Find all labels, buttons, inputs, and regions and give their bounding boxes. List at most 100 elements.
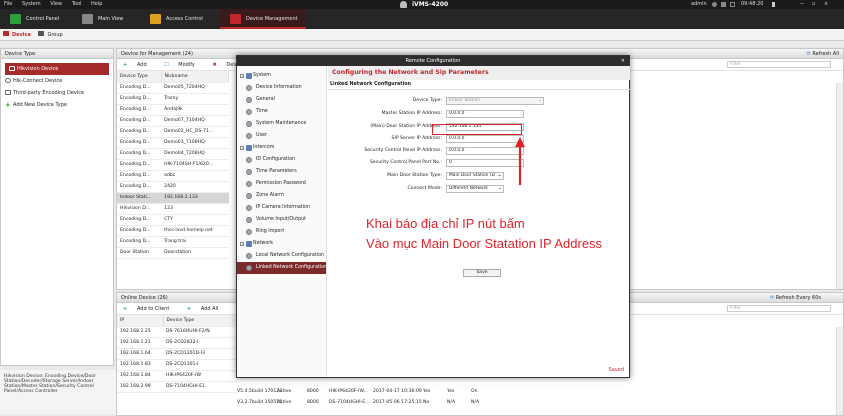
alarm-icon[interactable] [721, 2, 726, 7]
tree-item[interactable]: IP Camera Information [237, 202, 326, 214]
column-ip[interactable]: IP [117, 315, 164, 327]
device-filter-input[interactable]: Filter [727, 61, 831, 68]
tab-access-control[interactable]: Access Control [140, 9, 218, 29]
subtab-device[interactable]: Device [12, 29, 31, 41]
screen-icon[interactable] [730, 2, 735, 7]
refresh-all-button[interactable]: ⟳ Refresh All [807, 50, 839, 58]
device-row[interactable]: Encoding D... Demo04_7208HQ [117, 148, 229, 160]
add-to-client-button[interactable]: + Add to Client [123, 306, 177, 312]
tree-label: IP Camera Information [256, 205, 310, 210]
minimize-button[interactable]: − [800, 0, 804, 9]
device-type-cell: Encoding D... [117, 115, 162, 127]
online-filter-input[interactable]: Filter [727, 305, 831, 312]
device-row[interactable]: Encoding D... Demo05_7204HQ [117, 82, 229, 94]
tab-main-view[interactable]: Main View [72, 9, 138, 29]
add-new-device-type[interactable]: + Add New Device Type [1, 99, 113, 111]
add-all-button[interactable]: + Add All [187, 306, 226, 312]
tree-item[interactable]: System Maintenance [237, 118, 326, 130]
collapse-icon[interactable]: − [240, 146, 244, 150]
text-field[interactable]: 0.0.0.0 [446, 135, 524, 143]
select-field[interactable]: Different Network [446, 185, 504, 193]
column-device-type[interactable]: Device Type [163, 315, 237, 327]
device-row[interactable]: Encoding D... Demo03_7108HQ [117, 137, 229, 149]
tree-label: Volume Input/Output [256, 217, 307, 222]
tree-group[interactable]: − System [237, 70, 326, 82]
device-row[interactable]: Encoding D... Andaj9k [117, 104, 229, 116]
device-type-cell: Encoding D... [117, 93, 162, 105]
tree-item[interactable]: Time Parameters [237, 166, 326, 178]
tree-item[interactable]: User [237, 130, 326, 142]
menu-help[interactable]: Help [91, 0, 102, 9]
settings-icon [246, 193, 252, 199]
online-device-row[interactable]: 192.168.1.83 DS-2CD1301-I [117, 359, 237, 371]
column-device-type[interactable]: Device Type [117, 71, 162, 83]
collapse-icon[interactable]: − [240, 242, 244, 246]
refresh-interval-button[interactable]: ⟳ Refresh Every 60s [770, 294, 821, 302]
device-row[interactable]: Encoding D... Demo02_HC_DS-71... [117, 126, 229, 138]
menu-tool[interactable]: Tool [72, 0, 82, 9]
add-device-button[interactable]: + Add [123, 62, 155, 68]
tree-item[interactable]: Permission Password [237, 178, 326, 190]
tree-item[interactable]: Time [237, 106, 326, 118]
device-row[interactable]: Encoding D... CTY [117, 214, 229, 226]
online-device-row[interactable]: 192.168.2.25 DS-7616HUHI-F2/N [117, 326, 237, 338]
device-row[interactable]: Encoding D... thcs-lxvd.homeip.net [117, 225, 229, 237]
menu-file[interactable]: File [4, 0, 12, 9]
tree-group[interactable]: − Intercom [237, 142, 326, 154]
menu-system[interactable]: System [22, 0, 41, 9]
tree-item[interactable]: Zone Alarm [237, 190, 326, 202]
device-type-hik-connect[interactable]: Hik-Connect Device [1, 75, 113, 87]
device-type-third-party[interactable]: Third-party Encoding Device [1, 87, 113, 99]
online-device-row[interactable]: 192.168.2.99 DS-7104HGHI-E1 [117, 381, 237, 393]
online-device-row[interactable]: 192.168.1.64 DS-2CD1201D-I3 [117, 348, 237, 360]
tree-item[interactable]: Volume Input/Output [237, 214, 326, 226]
device-row[interactable]: Hikvision D... 123 [117, 203, 229, 215]
text-field[interactable]: 0.0.0.0 [446, 147, 524, 155]
tree-item[interactable]: Ring Import [237, 226, 326, 238]
device-row[interactable]: Encoding D... adbc [117, 170, 229, 182]
access-control-icon [150, 14, 161, 24]
tree-item[interactable]: Linked Network Configuration [237, 262, 327, 274]
dialog-close-button[interactable]: × [621, 56, 625, 66]
device-type-cell: Encoding D... [117, 148, 162, 160]
select-field[interactable]: Indoor Station [446, 97, 544, 105]
device-row[interactable]: Encoding D... Demo07_7104HQ [117, 115, 229, 127]
device-type-hikvision[interactable]: Hikvision Device [5, 63, 109, 75]
subtab-group[interactable]: Group [47, 29, 62, 41]
tree-item[interactable]: Local Network Configuration [237, 250, 326, 262]
cloud-icon [5, 78, 11, 83]
online-device-row[interactable]: 192.168.1.84 HIK-IP6420F-IW [117, 370, 237, 382]
text-field[interactable]: 0.0.0.0 [446, 110, 524, 118]
ip-cell: 192.168.1.83 [117, 359, 163, 371]
device-row[interactable]: Encoding D... HIK-7104SH-F1/620... [117, 159, 229, 171]
group-icon [38, 31, 45, 36]
tree-group[interactable]: − Network [237, 238, 326, 250]
add-all-label: Add All [200, 306, 219, 312]
tab-device-management[interactable]: Device Management [220, 9, 306, 29]
close-button[interactable]: × [824, 0, 828, 9]
maximize-button[interactable]: ▫ [812, 0, 815, 9]
lock-icon[interactable] [712, 2, 717, 7]
device-row[interactable]: Encoding D... Trang trai [117, 236, 229, 248]
device-row[interactable]: Encoding D... 2420 [117, 181, 229, 193]
text-field[interactable]: 0 [446, 159, 524, 167]
device-row[interactable]: Door Station Doorstation [117, 247, 229, 259]
menu-view[interactable]: View [50, 0, 62, 9]
device-row[interactable]: Indoor Stati... 192.168.2.133 [117, 192, 229, 204]
save-button[interactable]: Save [463, 269, 501, 277]
tree-item[interactable]: General [237, 94, 326, 106]
lock-screen-icon[interactable] [772, 2, 775, 7]
modify-device-button[interactable]: ☐ Modify [164, 62, 203, 68]
tree-item[interactable]: Device Information [237, 82, 326, 94]
online-table-scrollbar[interactable] [836, 327, 843, 415]
device-type-cell: DS-7104HGHI-E1 [163, 381, 237, 393]
column-nickname[interactable]: Nickname [161, 71, 230, 83]
device-table-scrollbar[interactable] [836, 83, 843, 289]
collapse-icon[interactable]: − [240, 74, 244, 78]
device-row[interactable]: Encoding D... Tramy [117, 93, 229, 105]
tree-item[interactable]: ID Configuration [237, 154, 326, 166]
select-field[interactable]: Main Door Station (D ... [446, 172, 504, 180]
nickname-cell: Demo02_HC_DS-71... [161, 126, 229, 138]
tab-control-panel[interactable]: Control Panel [0, 9, 70, 29]
online-device-row[interactable]: 192.168.1.21 DS-2CD2832-I [117, 337, 237, 349]
